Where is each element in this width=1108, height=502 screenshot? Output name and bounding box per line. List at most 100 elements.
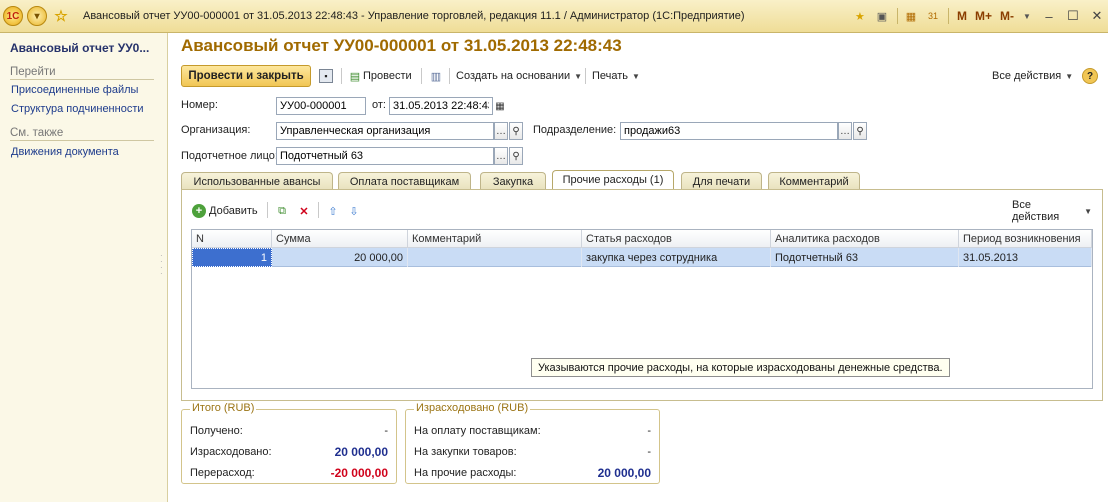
tab-purchases[interactable]: Закупка	[480, 172, 546, 190]
help-icon: ?	[1082, 68, 1098, 84]
accountable-person-field[interactable]	[276, 147, 494, 165]
department-open-icon[interactable]: ⚲	[853, 122, 867, 140]
cell-expense-analytics[interactable]: Подотчетный 63	[771, 248, 959, 267]
delete-row-button[interactable]: ✕	[296, 200, 312, 222]
link-subordination-structure[interactable]: Структура подчиненности	[11, 103, 144, 115]
copy-add-icon: ⧉	[278, 204, 286, 217]
cell-n[interactable]: 1	[192, 248, 272, 267]
table-all-actions-label: Все действия	[1012, 199, 1060, 223]
overspent-value: -20 000,00	[330, 466, 388, 480]
column-header-sum[interactable]: Сумма	[272, 230, 408, 248]
app-logo-icon[interactable]: 1С	[3, 6, 23, 26]
link-attached-files[interactable]: Присоединенные файлы	[11, 84, 138, 96]
chevron-down-icon[interactable]: ▼	[1018, 7, 1036, 25]
tab-for-printing[interactable]: Для печати	[681, 172, 762, 190]
separator	[896, 8, 898, 24]
department-field[interactable]	[620, 122, 838, 140]
other-expenses-table[interactable]: N Сумма Комментарий Статья расходов Анал…	[191, 229, 1093, 389]
journal-icon: ▥	[430, 70, 442, 83]
post-icon: ▤	[349, 70, 361, 83]
caret-down-icon: ▼	[1065, 71, 1074, 81]
number-field[interactable]	[276, 97, 366, 115]
goods-label: На закупки товаров:	[414, 446, 517, 458]
cell-sum[interactable]: 20 000,00	[272, 248, 408, 267]
memory-plus-button[interactable]: M+	[975, 9, 992, 23]
link-document-movements[interactable]: Движения документа	[11, 146, 119, 158]
add-icon: +	[192, 204, 206, 218]
arrow-down-icon: ⇩	[349, 205, 359, 218]
maximize-icon[interactable]: ☐	[1062, 7, 1084, 25]
tab-supplier-payments[interactable]: Оплата поставщикам	[338, 172, 471, 190]
caret-down-icon: ▼	[1084, 206, 1092, 216]
totals-title: Итого (RUB)	[190, 402, 257, 414]
create-based-on-menu[interactable]: Создать на основании ▼	[456, 65, 582, 87]
history-icon[interactable]: ▣	[873, 7, 891, 25]
main-menu-button[interactable]: ▾	[27, 6, 47, 26]
cell-comment[interactable]	[408, 248, 582, 267]
person-select-button[interactable]: …	[494, 147, 508, 165]
number-label: Номер:	[181, 99, 218, 111]
document-form: Авансовый отчет УУ00-000001 от 31.05.201…	[169, 33, 1108, 502]
arrow-up-icon: ⇧	[328, 205, 338, 218]
create-based-on-label: Создать на основании	[456, 70, 571, 82]
column-header-expense-analytics[interactable]: Аналитика расходов	[771, 230, 959, 248]
tab-used-advances[interactable]: Использованные авансы	[181, 172, 333, 190]
post-button[interactable]: ▤ Провести	[347, 65, 412, 87]
title-bar: 1С ▾ ☆ Авансовый отчет УУ00-000001 от 31…	[0, 0, 1108, 33]
caret-down-icon: ▼	[574, 71, 583, 81]
document-journal-button[interactable]: ▥	[428, 65, 444, 87]
print-label: Печать	[592, 70, 629, 82]
suppliers-value: -	[647, 425, 651, 437]
table-row[interactable]: 1 20 000,00 закупка через сотрудника Под…	[192, 248, 1092, 267]
table-toolbar: + Добавить ⧉ ✕ ⇧ ⇩ Все действия ▼	[192, 199, 1092, 223]
post-and-close-button[interactable]: Провести и закрыть	[181, 65, 311, 87]
memory-minus-button[interactable]: M-	[1000, 9, 1014, 23]
move-down-button[interactable]: ⇩	[346, 200, 362, 222]
column-header-n[interactable]: N	[192, 230, 272, 248]
tab-other-expenses[interactable]: Прочие расходы (1)	[552, 170, 674, 189]
save-button[interactable]: ▪	[319, 65, 333, 87]
window-title: Авансовый отчет УУ00-000001 от 31.05.201…	[83, 10, 745, 22]
column-header-comment[interactable]: Комментарий	[408, 230, 582, 248]
add-row-button[interactable]: + Добавить	[192, 200, 258, 222]
close-icon[interactable]: ✕	[1086, 7, 1108, 25]
organization-field[interactable]	[276, 122, 494, 140]
spent-title: Израсходовано (RUB)	[414, 402, 531, 414]
date-field[interactable]	[389, 97, 493, 115]
tab-comment[interactable]: Комментарий	[768, 172, 860, 190]
totals-group: Итого (RUB) Получено: - Израсходовано: 2…	[181, 402, 397, 484]
favorite-add-icon[interactable]: ★	[851, 7, 869, 25]
all-actions-menu[interactable]: Все действия ▼	[992, 65, 1073, 87]
add-label: Добавить	[209, 205, 258, 217]
spent-group: Израсходовано (RUB) На оплату поставщика…	[405, 402, 660, 484]
separator	[947, 8, 949, 24]
star-icon[interactable]: ☆	[51, 6, 71, 26]
cell-expense-item[interactable]: закупка через сотрудника	[582, 248, 771, 267]
minimize-icon[interactable]: –	[1038, 7, 1060, 25]
panel-resize-handle[interactable]: · · · ·	[160, 252, 164, 283]
overspent-label: Перерасход:	[190, 467, 255, 479]
calendar-icon[interactable]: 31	[924, 7, 942, 25]
calendar-picker-icon[interactable]: ▦	[493, 97, 507, 115]
calculator-icon[interactable]: ▦	[902, 7, 920, 25]
title-bar-tools: ★ ▣ ▦ 31 M M+ M- ▼ – ☐ ✕	[847, 6, 1108, 26]
cell-period[interactable]: 31.05.2013	[959, 248, 1092, 267]
organization-open-icon[interactable]: ⚲	[509, 122, 523, 140]
department-label: Подразделение:	[533, 124, 617, 136]
department-select-button[interactable]: …	[838, 122, 852, 140]
memory-m-button[interactable]: M	[957, 9, 967, 23]
column-header-expense-item[interactable]: Статья расходов	[582, 230, 771, 248]
move-up-button[interactable]: ⇧	[325, 200, 341, 222]
separator	[341, 68, 342, 84]
caret-down-icon: ▼	[632, 71, 640, 81]
person-open-icon[interactable]: ⚲	[509, 147, 523, 165]
column-header-period[interactable]: Период возникновения	[959, 230, 1092, 248]
copy-row-button[interactable]: ⧉	[274, 200, 290, 222]
date-label: от:	[372, 99, 386, 111]
separator	[585, 68, 586, 84]
print-menu[interactable]: Печать ▼	[592, 65, 640, 87]
table-all-actions-menu[interactable]: Все действия ▼	[1012, 199, 1092, 223]
organization-select-button[interactable]: …	[494, 122, 508, 140]
help-button[interactable]: ?	[1082, 65, 1098, 87]
organization-label: Организация:	[181, 124, 251, 136]
